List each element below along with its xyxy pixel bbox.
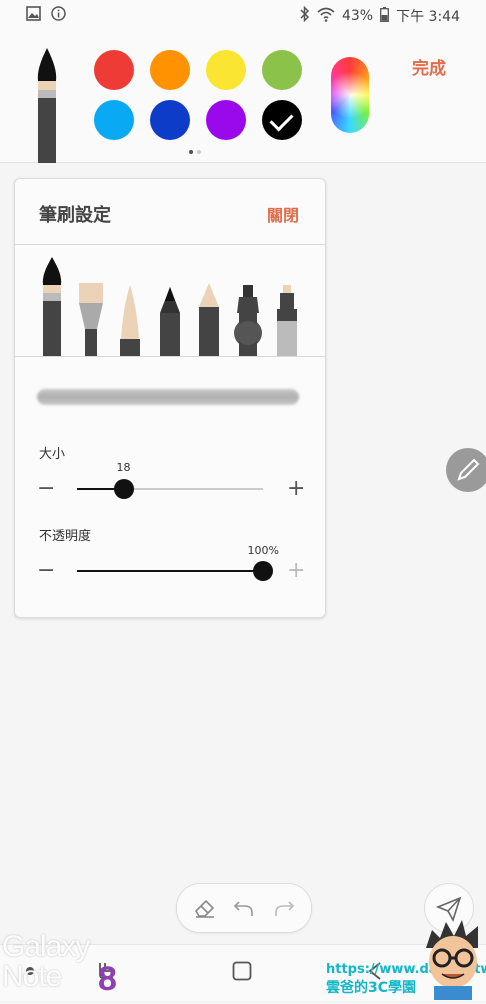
pencil-icon — [457, 458, 480, 481]
brush-settings-panel: 筆刷設定 關閉 大小 − 18 + 不透明度 − 100% + — [14, 178, 326, 618]
opacity-value: 100% — [247, 544, 279, 557]
gallery-notification-icon — [26, 6, 41, 25]
close-button[interactable]: 關閉 — [267, 202, 299, 226]
color-swatch-blue[interactable] — [150, 100, 190, 140]
pen-mode-button[interactable] — [446, 448, 486, 492]
watermark-avatar-icon — [420, 918, 486, 1000]
brush-pencil[interactable] — [160, 287, 180, 357]
home-icon[interactable] — [232, 961, 252, 985]
opacity-slider-fill — [77, 570, 263, 572]
clock: 下午 3:44 — [396, 9, 460, 25]
size-value: 18 — [116, 461, 131, 474]
edit-tools-bar — [176, 883, 312, 933]
bluetooth-icon — [300, 5, 310, 26]
color-swatch-yellow[interactable] — [206, 50, 246, 90]
color-swatch-purple[interactable] — [206, 100, 246, 140]
info-notification-icon — [51, 6, 66, 25]
size-label: 大小 — [39, 447, 66, 462]
opacity-slider-thumb[interactable] — [253, 561, 273, 581]
pen-toolbar: 完成 — [0, 30, 486, 163]
watermark-note: Note — [2, 960, 62, 993]
color-picker-button[interactable] — [331, 57, 369, 133]
done-button[interactable]: 完成 — [412, 54, 446, 79]
eraser-icon[interactable] — [193, 897, 217, 923]
brush-calligraphy[interactable] — [79, 283, 103, 357]
watermark-model: 8 — [98, 960, 117, 998]
current-pen-preview[interactable] — [34, 48, 60, 167]
color-swatch-red[interactable] — [94, 50, 134, 90]
battery-level: 43% — [341, 8, 374, 24]
divider — [15, 356, 325, 357]
status-bar: 43% 下午 3:44 — [0, 0, 486, 30]
opacity-increase-button[interactable]: + — [287, 560, 305, 582]
size-increase-button[interactable]: + — [287, 478, 305, 500]
watermark-galaxy: Galaxy — [2, 930, 90, 963]
brush-type-list — [37, 251, 307, 361]
divider — [15, 244, 325, 245]
wifi-icon — [317, 7, 335, 26]
opacity-label: 不透明度 — [39, 529, 92, 544]
panel-title: 筆刷設定 — [39, 205, 111, 226]
brush-soft[interactable] — [120, 285, 140, 357]
brush-pen[interactable] — [199, 283, 219, 357]
color-swatch-green[interactable] — [262, 50, 302, 90]
brush-fountain-pen[interactable] — [42, 257, 62, 357]
color-swatch-black[interactable] — [262, 100, 302, 140]
size-decrease-button[interactable]: − — [37, 478, 55, 500]
color-swatch-orange[interactable] — [150, 50, 190, 90]
page-dot — [197, 150, 201, 154]
page-dot-active — [189, 150, 193, 154]
brush-marker[interactable] — [234, 285, 262, 357]
page-indicator — [189, 150, 201, 154]
redo-icon[interactable] — [273, 898, 295, 922]
undo-icon[interactable] — [233, 898, 255, 922]
stroke-preview — [37, 389, 299, 405]
watermark-site-name: 雲爸的3C學園 — [326, 980, 417, 996]
opacity-decrease-button[interactable]: − — [37, 560, 55, 582]
brush-highlighter[interactable] — [277, 285, 297, 357]
color-swatch-light-blue[interactable] — [94, 100, 134, 140]
battery-icon — [380, 6, 390, 26]
size-slider-thumb[interactable] — [113, 479, 134, 499]
